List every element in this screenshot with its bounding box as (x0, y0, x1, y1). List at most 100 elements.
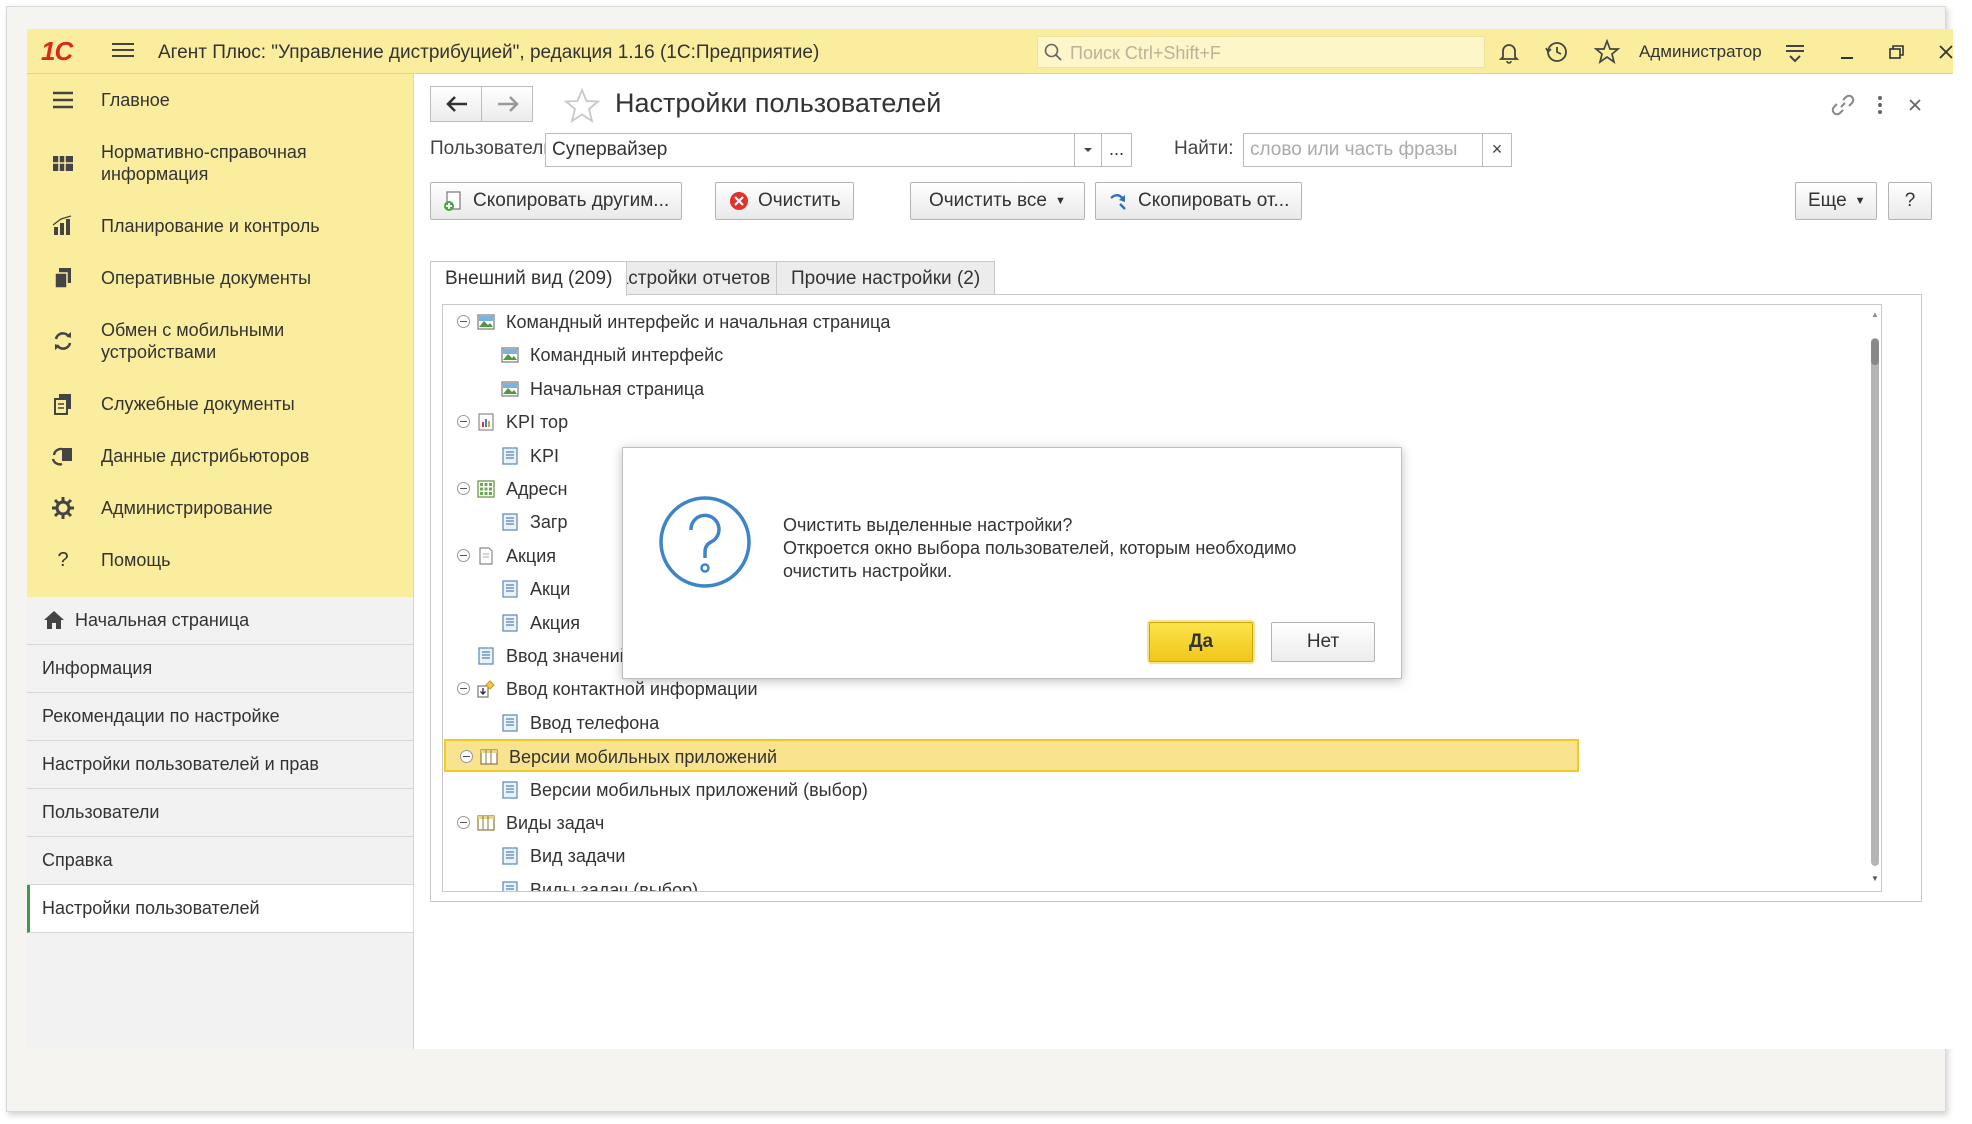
nav-users[interactable]: Пользователи (27, 789, 413, 837)
nav-information[interactable]: Информация (27, 645, 413, 693)
section-planning[interactable]: Планирование и контроль (27, 200, 413, 252)
yes-button[interactable]: Да (1149, 622, 1253, 662)
form-icon (502, 446, 518, 465)
more-vertical-icon[interactable] (1867, 92, 1893, 118)
report-icon (478, 413, 494, 431)
favorites-star-icon[interactable] (1593, 38, 1621, 66)
tree-row[interactable]: Вид задачи (443, 840, 1581, 873)
user-name[interactable]: Администратор (1639, 42, 1762, 62)
settings-menu-icon[interactable] (1781, 38, 1809, 66)
tree-row[interactable]: Начальная страница (443, 373, 1581, 406)
catalog-icon (53, 156, 73, 171)
search-placeholder: Поиск Ctrl+Shift+F (1070, 43, 1221, 63)
sidebar: Главное Нормативно-справочная информация… (27, 74, 414, 1049)
tree-row-label: KPI (530, 445, 560, 466)
gear-icon (52, 497, 74, 519)
clear-all-button[interactable]: Очистить все ▼ (910, 182, 1085, 220)
sections-panel: Главное Нормативно-справочная информация… (27, 74, 413, 597)
tree-row[interactable]: KPI тор (443, 406, 1581, 439)
forward-button[interactable] (481, 86, 533, 122)
section-main[interactable]: Главное (27, 74, 413, 126)
tree-row-label: Командный интерфейс и начальная страница (506, 312, 891, 332)
clear-button[interactable]: Очистить (715, 182, 854, 220)
button-label: Скопировать от... (1138, 190, 1290, 211)
scroll-up-icon[interactable]: ▲ (1871, 310, 1879, 319)
no-button[interactable]: Нет (1271, 622, 1375, 662)
back-button[interactable] (430, 86, 482, 122)
collapse-toggle-icon[interactable] (457, 816, 470, 829)
tree-row-label: Акци (530, 579, 571, 600)
form-icon (502, 714, 518, 732)
copy-to-others-button[interactable]: Скопировать другим... (430, 182, 683, 220)
more-button[interactable]: Еще ▼ (1795, 182, 1877, 220)
arrow-left-icon (446, 96, 467, 112)
section-label: Помощь (101, 550, 171, 570)
tab-other-settings[interactable]: Прочие настройки (2) (776, 261, 996, 295)
user-dropdown-button[interactable] (1074, 133, 1102, 167)
tab-appearance[interactable]: Внешний вид (209) (430, 261, 628, 296)
form-title: Настройки пользователей (615, 88, 942, 118)
help-button[interactable]: ? (1888, 182, 1932, 220)
nav-setup-recommendations[interactable]: Рекомендации по настройке (27, 693, 413, 741)
search-input[interactable]: Поиск Ctrl+Shift+F (1037, 36, 1485, 68)
collapse-toggle-icon[interactable] (460, 750, 473, 764)
tree-row[interactable]: Виды задач (выбор) (443, 874, 1581, 891)
nav-help-reference[interactable]: Справка (27, 837, 413, 885)
tree-row[interactable]: Версии мобильных приложений (выбор) (443, 774, 1581, 807)
favorite-star-icon[interactable] (563, 88, 601, 124)
scroll-down-icon[interactable]: ▼ (1871, 874, 1879, 883)
tree-row[interactable]: Виды задач (443, 807, 1581, 840)
section-mobile-exchange[interactable]: Обмен с мобильными устройствами (27, 304, 413, 378)
nav-home-page[interactable]: Начальная страница (27, 597, 413, 645)
section-label: Данные дистрибьюторов (101, 446, 310, 466)
button-label: Очистить все (929, 190, 1047, 211)
main-menu-icon[interactable] (112, 39, 134, 61)
dropdown-arrow-icon: ▼ (1054, 195, 1066, 207)
tree-row[interactable]: Командный интерфейс и начальная страница (443, 306, 1581, 339)
link-icon[interactable] (1830, 92, 1856, 118)
bell-icon[interactable] (1495, 38, 1523, 66)
section-help[interactable]: ? Помощь (27, 534, 413, 586)
tree-row-label: Акция (530, 612, 580, 633)
tree-row[interactable]: Ввод телефона (443, 707, 1581, 740)
bar-chart-icon (52, 215, 72, 235)
picture-icon (477, 314, 495, 330)
tree-row[interactable]: Версии мобильных приложений (444, 739, 1579, 773)
find-clear-button[interactable]: × (1482, 133, 1512, 167)
tree-row[interactable]: Командный интерфейс (443, 339, 1581, 372)
section-distributor-data[interactable]: Данные дистрибьюторов (27, 430, 413, 482)
section-operative-docs[interactable]: Оперативные документы (27, 252, 413, 304)
section-service-docs[interactable]: Служебные документы (27, 378, 413, 430)
processing-icon (477, 680, 495, 698)
section-administration[interactable]: Администрирование (27, 482, 413, 534)
tree-row-label: Версии мобильных приложений (509, 747, 778, 768)
close-window-icon[interactable] (1932, 38, 1953, 66)
question-icon: ? (57, 548, 69, 571)
collapse-toggle-icon[interactable] (457, 548, 470, 562)
section-label: Служебные документы (101, 394, 295, 414)
restore-icon[interactable] (1882, 38, 1910, 66)
collapse-toggle-icon[interactable] (457, 682, 470, 696)
section-label: Оперативные документы (101, 268, 312, 288)
scrollbar-thumb[interactable] (1871, 339, 1879, 365)
collapse-toggle-icon[interactable] (457, 415, 470, 429)
find-input[interactable]: слово или часть фразы (1243, 133, 1483, 167)
section-label: Планирование и контроль (101, 216, 320, 236)
copy-arrow-icon (1110, 194, 1126, 210)
copy-from-button[interactable]: Скопировать от... (1095, 182, 1303, 220)
collapse-toggle-icon[interactable] (457, 315, 470, 328)
collapse-toggle-icon[interactable] (457, 482, 470, 495)
dialog-line-2: Откроется окно выбора пользователей, кот… (783, 538, 1297, 558)
section-reference[interactable]: Нормативно-справочная информация (27, 126, 413, 200)
user-field[interactable]: Супервайзер (545, 133, 1075, 167)
nav-user-rights-settings[interactable]: Настройки пользователей и прав (27, 741, 413, 789)
dropdown-arrow-icon: ▼ (1854, 195, 1866, 207)
tree-scrollbar[interactable]: ▲ ▼ (1868, 304, 1882, 892)
history-icon[interactable] (1543, 38, 1571, 66)
tree-row-label: Загр (530, 512, 568, 533)
minimize-icon[interactable] (1833, 38, 1861, 66)
user-select-button[interactable]: ... (1101, 133, 1132, 167)
nav-user-settings[interactable]: Настройки пользователей (27, 885, 413, 933)
close-form-icon[interactable] (1902, 92, 1928, 118)
tree-row-label: Ввод телефона (530, 712, 660, 733)
